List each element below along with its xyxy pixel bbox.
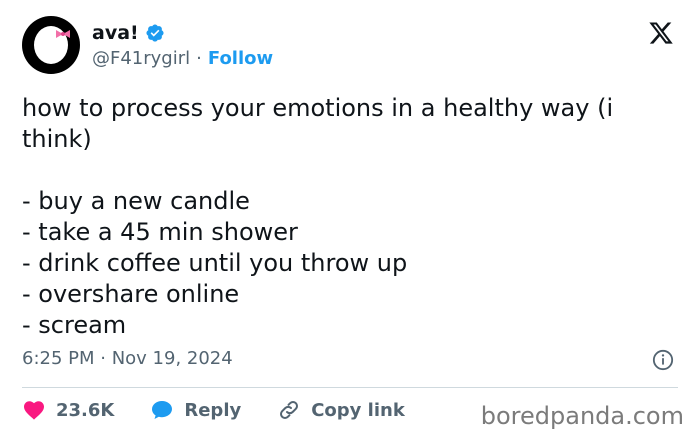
display-name[interactable]: ava! (92, 22, 139, 44)
divider (22, 387, 678, 388)
separator-dot: · (196, 47, 202, 69)
list-item: - scream (22, 311, 127, 339)
tweet-body: how to process your emotions in a health… (22, 93, 672, 341)
tweet-intro: how to process your emotions in a health… (22, 94, 614, 153)
list-item: - take a 45 min shower (22, 218, 298, 246)
list-item: - overshare online (22, 280, 240, 308)
info-icon[interactable] (652, 349, 674, 371)
avatar[interactable] (22, 16, 80, 74)
copy-link-label: Copy link (311, 399, 405, 421)
verified-badge-icon (145, 23, 165, 43)
action-bar: 23.6K Reply Copy link (22, 398, 441, 422)
list-item: - buy a new candle (22, 187, 250, 215)
user-info: ava! @F41rygirl · Follow (92, 22, 273, 69)
list-item: - drink coffee until you throw up (22, 249, 408, 277)
speech-bubble-icon (152, 401, 173, 419)
tweet-header: ava! @F41rygirl · Follow (22, 16, 273, 74)
follow-button[interactable]: Follow (208, 48, 273, 69)
bow-icon (56, 30, 70, 38)
like-button[interactable]: 23.6K (22, 398, 114, 422)
link-icon (280, 401, 299, 419)
user-handle[interactable]: @F41rygirl (92, 48, 190, 69)
reply-label: Reply (184, 399, 242, 421)
heart-icon (24, 401, 44, 420)
tweet-timestamp[interactable]: 6:25 PM · Nov 19, 2024 (22, 348, 233, 369)
like-count: 23.6K (56, 399, 115, 421)
copy-link-button[interactable]: Copy link (277, 398, 405, 422)
tweet-list: - buy a new candle - take a 45 min showe… (22, 186, 672, 341)
watermark: boredpanda.com (480, 402, 684, 430)
x-logo-icon[interactable] (648, 20, 674, 46)
reply-button[interactable]: Reply (150, 398, 241, 422)
